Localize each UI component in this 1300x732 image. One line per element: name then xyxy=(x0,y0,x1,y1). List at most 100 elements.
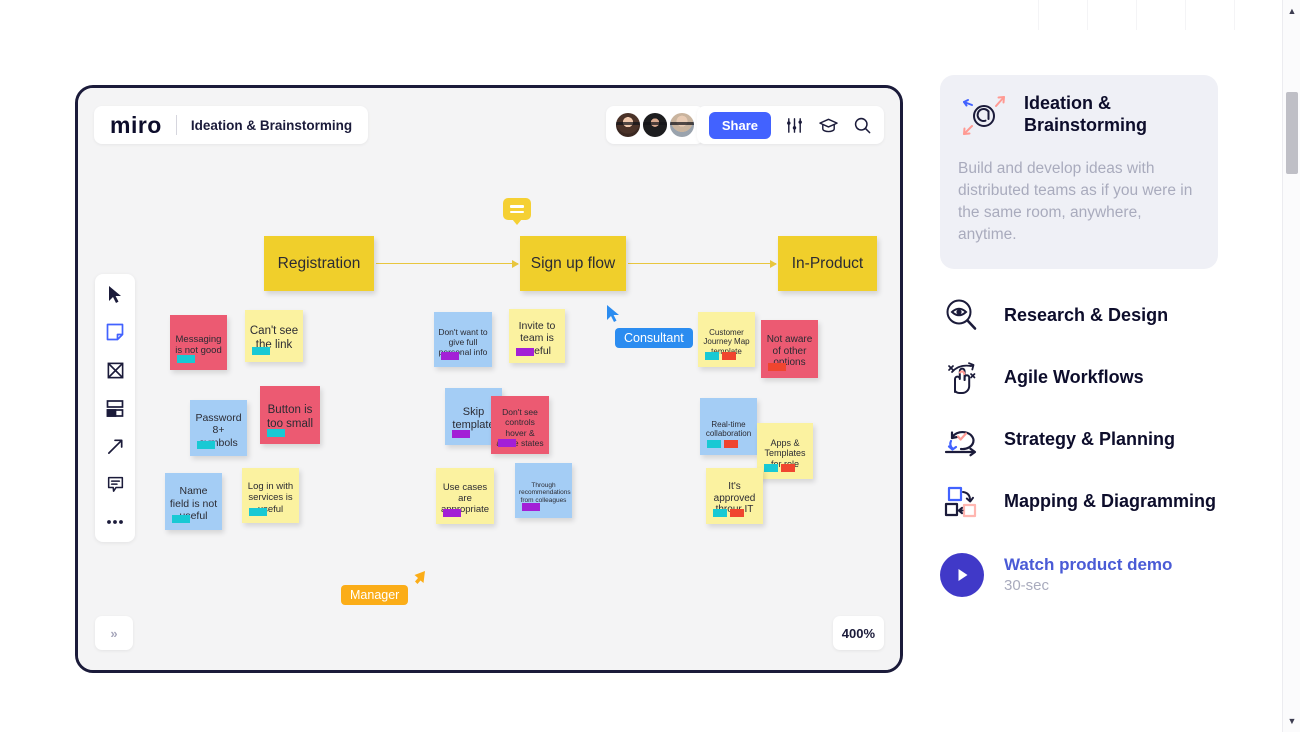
top-divider-cell xyxy=(1039,0,1088,30)
sticky-note[interactable]: Name field is not useful xyxy=(165,473,222,530)
arrow-tool[interactable] xyxy=(103,434,127,458)
panel-item-agile-workflows[interactable]: Agile Workflows xyxy=(940,357,1218,399)
scroll-down-arrow-icon[interactable]: ▼ xyxy=(1283,712,1300,730)
sticky-note-text: Through recommendations from colleagues xyxy=(519,481,571,504)
avatar[interactable] xyxy=(643,113,667,137)
scrollbar-thumb[interactable] xyxy=(1286,92,1298,174)
flow-box[interactable]: Sign up flow xyxy=(520,236,626,291)
miro-board-frame: miro Ideation & Brainstorming Share Regi… xyxy=(75,85,903,673)
zoom-level-indicator[interactable]: 400% xyxy=(832,616,884,650)
settings-sliders-icon[interactable] xyxy=(785,116,804,135)
sticky-note[interactable]: Button is too small xyxy=(260,386,320,444)
flow-connector-arrow xyxy=(376,259,519,268)
panel-item-label: Strategy & Planning xyxy=(1004,428,1176,449)
panel-active-card[interactable]: Ideation & Brainstorming Build and devel… xyxy=(940,75,1218,269)
sticky-note-tag xyxy=(522,503,540,511)
panel-item-mapping-diagramming[interactable]: Mapping & Diagramming xyxy=(940,481,1218,523)
comment-tool[interactable] xyxy=(103,472,127,496)
board-header-actions: Share xyxy=(696,106,884,144)
sticky-note[interactable]: Through recommendations from colleagues xyxy=(515,463,572,518)
sticky-note-tags xyxy=(768,363,786,371)
sticky-note[interactable]: Don't see controls hover & active states xyxy=(491,396,549,454)
spiral-arrows-icon xyxy=(958,93,1010,144)
flow-box[interactable]: Registration xyxy=(264,236,374,291)
sticky-note-tags xyxy=(498,439,516,447)
panel-item-label: Mapping & Diagramming xyxy=(1004,490,1217,511)
sticky-note-tag xyxy=(781,464,795,472)
top-divider-cell xyxy=(1088,0,1137,30)
sticky-note-tag xyxy=(713,509,727,517)
sticky-note-tag xyxy=(252,347,270,355)
sticky-note[interactable]: Password 8+ symbols xyxy=(190,400,247,456)
sticky-note[interactable]: Can't see the link xyxy=(245,310,303,362)
sticky-note-tag xyxy=(172,515,190,523)
sticky-note[interactable]: Messaging is not good xyxy=(170,315,227,370)
sticky-note-text: Button is too small xyxy=(266,403,314,430)
sticky-note-tags xyxy=(705,352,736,360)
avatar[interactable] xyxy=(616,113,640,137)
shapes-tool[interactable] xyxy=(103,358,127,382)
sticky-note-tags xyxy=(177,355,195,363)
sticky-note[interactable]: Customer Journey Map template xyxy=(698,312,755,367)
collaborator-cursor-label: Consultant xyxy=(615,328,693,348)
page-scrollbar[interactable]: ▲ ▼ xyxy=(1282,0,1300,732)
divider xyxy=(175,115,177,135)
sticky-note-tags xyxy=(516,348,534,356)
sticky-note[interactable]: Don't want to give full personal info xyxy=(434,312,492,367)
panel-item-label: Agile Workflows xyxy=(1004,366,1144,387)
sticky-note-text: Real-time collaboration xyxy=(705,419,752,438)
expand-panel-button[interactable]: » xyxy=(95,616,133,650)
sticky-note-tag xyxy=(764,464,778,472)
board-canvas[interactable] xyxy=(78,88,900,670)
sticky-note[interactable]: Invite to team is useful xyxy=(509,309,565,363)
collaborator-cursor-arrow-icon xyxy=(605,304,621,328)
flow-box[interactable]: In-Product xyxy=(778,236,877,291)
use-case-panel: Ideation & Brainstorming Build and devel… xyxy=(940,75,1218,597)
sticky-note-tag xyxy=(705,352,719,360)
sticky-note-tag xyxy=(722,352,736,360)
sticky-note-tag xyxy=(498,439,516,447)
sticky-note[interactable]: Apps & Templates for role xyxy=(757,423,813,479)
more-tools[interactable] xyxy=(103,510,127,534)
top-divider-cell xyxy=(990,0,1039,30)
scroll-up-arrow-icon[interactable]: ▲ xyxy=(1283,2,1300,20)
frame-tool[interactable] xyxy=(103,396,127,420)
sticky-note-tool[interactable] xyxy=(103,320,127,344)
sticky-note-tags xyxy=(764,464,795,472)
sticky-note[interactable]: It's approved throur IT xyxy=(706,468,763,524)
collaborator-cursor-arrow-icon xyxy=(409,569,427,592)
avatar[interactable] xyxy=(670,113,694,137)
sticky-note-tags xyxy=(441,352,459,360)
flow-connector-arrow xyxy=(628,259,777,268)
sticky-note-tag xyxy=(724,440,738,448)
sticky-note-tag xyxy=(441,352,459,360)
watch-product-demo-link[interactable]: Watch product demo 30-sec xyxy=(940,552,1218,597)
linked-squares-icon xyxy=(940,481,984,523)
sticky-note-tag xyxy=(768,363,786,371)
cycle-check-arrow-icon xyxy=(940,419,984,461)
sticky-note-tags xyxy=(267,429,285,437)
sticky-note-tags xyxy=(522,503,540,511)
select-cursor-tool[interactable] xyxy=(103,282,127,306)
sticky-note[interactable]: Log in with services is useful xyxy=(242,468,299,523)
search-icon[interactable] xyxy=(853,116,872,135)
top-divider-cell xyxy=(1186,0,1235,30)
panel-item-research-design[interactable]: Research & Design xyxy=(940,295,1218,337)
sticky-note-tag xyxy=(707,440,721,448)
sticky-note[interactable]: Real-time collaboration xyxy=(700,398,757,455)
demo-subtitle: 30-sec xyxy=(1004,577,1050,595)
sticky-note-tags xyxy=(249,508,267,516)
sticky-note[interactable]: Not aware of other options xyxy=(761,320,818,378)
board-left-toolbar xyxy=(95,274,135,542)
comment-badge-icon[interactable] xyxy=(503,198,531,225)
sticky-note[interactable]: Use cases are appropriate xyxy=(436,468,494,524)
panel-active-title: Ideation & Brainstorming xyxy=(1024,93,1148,135)
panel-item-strategy-planning[interactable]: Strategy & Planning xyxy=(940,419,1218,461)
sticky-note-tag xyxy=(452,430,470,438)
graduation-cap-icon[interactable] xyxy=(818,116,839,135)
play-icon[interactable] xyxy=(940,552,984,597)
demo-title: Watch product demo xyxy=(1004,554,1173,574)
sticky-note-tag xyxy=(516,348,534,356)
share-button[interactable]: Share xyxy=(708,111,771,139)
board-header-brand: miro Ideation & Brainstorming xyxy=(94,106,369,144)
